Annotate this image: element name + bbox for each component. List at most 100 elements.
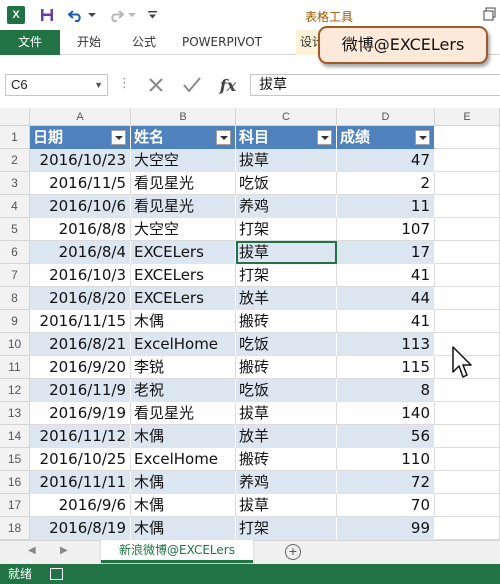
empty-cell[interactable] xyxy=(435,448,500,471)
table-cell[interactable]: 老祝 xyxy=(131,379,236,402)
formula-input[interactable]: 拔草 xyxy=(250,74,500,96)
empty-cell[interactable] xyxy=(435,172,500,195)
row-header[interactable]: 7 xyxy=(0,264,30,287)
row-header[interactable]: 11 xyxy=(0,356,30,379)
row-header[interactable]: 4 xyxy=(0,195,30,218)
table-header-cell[interactable]: 日期 xyxy=(30,126,131,149)
table-cell[interactable]: 47 xyxy=(337,149,435,172)
empty-cell[interactable] xyxy=(435,402,500,425)
undo-dropdown-icon[interactable] xyxy=(87,5,97,25)
table-cell[interactable]: 木偶 xyxy=(131,310,236,333)
table-header-cell[interactable]: 科目 xyxy=(236,126,337,149)
table-cell[interactable]: 打架 xyxy=(236,218,337,241)
empty-cell[interactable] xyxy=(435,310,500,333)
filter-dropdown-icon[interactable] xyxy=(111,130,126,145)
empty-cell[interactable] xyxy=(435,287,500,310)
sheet-tab-active[interactable]: 新浪微博@EXCELers xyxy=(101,540,253,563)
row-header[interactable]: 6 xyxy=(0,241,30,264)
table-cell[interactable]: 2016/10/6 xyxy=(30,195,131,218)
row-header[interactable]: 5 xyxy=(0,218,30,241)
table-header-cell[interactable]: 成绩 xyxy=(337,126,435,149)
redo-dropdown-icon[interactable] xyxy=(127,5,137,25)
row-header[interactable]: 13 xyxy=(0,402,30,425)
restore-window-icon[interactable] xyxy=(483,6,497,21)
empty-cell[interactable] xyxy=(435,195,500,218)
table-cell[interactable]: 拔草 xyxy=(236,402,337,425)
table-cell[interactable]: 2016/10/3 xyxy=(30,264,131,287)
confirm-entry-icon[interactable] xyxy=(180,74,204,96)
row-header[interactable]: 18 xyxy=(0,517,30,540)
table-cell[interactable]: 44 xyxy=(337,287,435,310)
table-cell[interactable]: 放羊 xyxy=(236,425,337,448)
empty-cell[interactable] xyxy=(435,471,500,494)
empty-cell[interactable] xyxy=(435,126,500,149)
filter-dropdown-icon[interactable] xyxy=(415,130,430,145)
row-header[interactable]: 17 xyxy=(0,494,30,517)
redo-icon[interactable] xyxy=(106,5,126,25)
table-cell[interactable]: 110 xyxy=(337,448,435,471)
table-cell[interactable]: 2016/8/8 xyxy=(30,218,131,241)
table-cell[interactable]: ExcelHome xyxy=(131,333,236,356)
table-cell[interactable]: 140 xyxy=(337,402,435,425)
prev-sheet-icon[interactable]: ◀ xyxy=(28,545,36,556)
column-header-d[interactable]: D xyxy=(337,108,435,126)
table-cell[interactable]: 大空空 xyxy=(131,149,236,172)
table-cell[interactable]: 99 xyxy=(337,517,435,540)
table-cell[interactable]: 拔草 xyxy=(236,241,337,264)
table-cell[interactable]: 2016/9/20 xyxy=(30,356,131,379)
name-box[interactable]: C6 ▼ xyxy=(5,74,108,96)
table-cell[interactable]: 搬砖 xyxy=(236,448,337,471)
table-cell[interactable]: EXCELers xyxy=(131,264,236,287)
table-cell[interactable]: 2016/11/11 xyxy=(30,471,131,494)
table-cell[interactable]: 木偶 xyxy=(131,517,236,540)
table-cell[interactable]: 打架 xyxy=(236,264,337,287)
row-header[interactable]: 14 xyxy=(0,425,30,448)
filter-dropdown-icon[interactable] xyxy=(216,130,231,145)
table-cell[interactable]: 养鸡 xyxy=(236,195,337,218)
table-cell[interactable]: ExcelHome xyxy=(131,448,236,471)
table-header-cell[interactable]: 姓名 xyxy=(131,126,236,149)
table-cell[interactable]: 看见星光 xyxy=(131,402,236,425)
table-cell[interactable]: 41 xyxy=(337,264,435,287)
table-cell[interactable]: 41 xyxy=(337,310,435,333)
tab-formulas[interactable]: 公式 xyxy=(132,30,156,55)
table-cell[interactable]: 大空空 xyxy=(131,218,236,241)
row-header[interactable]: 10 xyxy=(0,333,30,356)
table-cell[interactable]: 看见星光 xyxy=(131,172,236,195)
table-cell[interactable]: 2016/9/19 xyxy=(30,402,131,425)
file-tab[interactable]: 文件 xyxy=(0,30,60,55)
customize-qa-icon[interactable] xyxy=(146,5,158,25)
excel-logo-icon[interactable]: X xyxy=(7,6,25,24)
tab-home[interactable]: 开始 xyxy=(77,30,101,55)
table-cell[interactable]: 养鸡 xyxy=(236,471,337,494)
column-header-c[interactable]: C xyxy=(236,108,337,126)
cancel-entry-icon[interactable] xyxy=(144,74,168,96)
next-sheet-icon[interactable]: ▶ xyxy=(60,545,68,556)
row-header[interactable]: 3 xyxy=(0,172,30,195)
table-cell[interactable]: 2016/8/21 xyxy=(30,333,131,356)
table-cell[interactable]: 2 xyxy=(337,172,435,195)
table-cell[interactable]: 2016/10/25 xyxy=(30,448,131,471)
table-cell[interactable]: 2016/11/5 xyxy=(30,172,131,195)
filter-dropdown-icon[interactable] xyxy=(317,130,332,145)
table-cell[interactable]: 吃饭 xyxy=(236,333,337,356)
empty-cell[interactable] xyxy=(435,218,500,241)
table-cell[interactable]: 木偶 xyxy=(131,471,236,494)
row-header[interactable]: 9 xyxy=(0,310,30,333)
column-header-a[interactable]: A xyxy=(30,108,131,126)
column-header-b[interactable]: B xyxy=(131,108,236,126)
table-cell[interactable]: 70 xyxy=(337,494,435,517)
table-cell[interactable]: 17 xyxy=(337,241,435,264)
table-cell[interactable]: 2016/11/9 xyxy=(30,379,131,402)
macro-record-icon[interactable] xyxy=(50,568,63,580)
table-cell[interactable]: 搬砖 xyxy=(236,356,337,379)
row-header[interactable]: 15 xyxy=(0,448,30,471)
table-cell[interactable]: 2016/11/15 xyxy=(30,310,131,333)
add-sheet-button[interactable]: + xyxy=(285,544,301,560)
table-cell[interactable]: 8 xyxy=(337,379,435,402)
undo-icon[interactable] xyxy=(66,5,86,25)
table-cell[interactable]: 拔草 xyxy=(236,149,337,172)
select-all-corner[interactable] xyxy=(0,108,30,126)
save-icon[interactable] xyxy=(37,5,57,25)
table-cell[interactable]: 吃饭 xyxy=(236,172,337,195)
